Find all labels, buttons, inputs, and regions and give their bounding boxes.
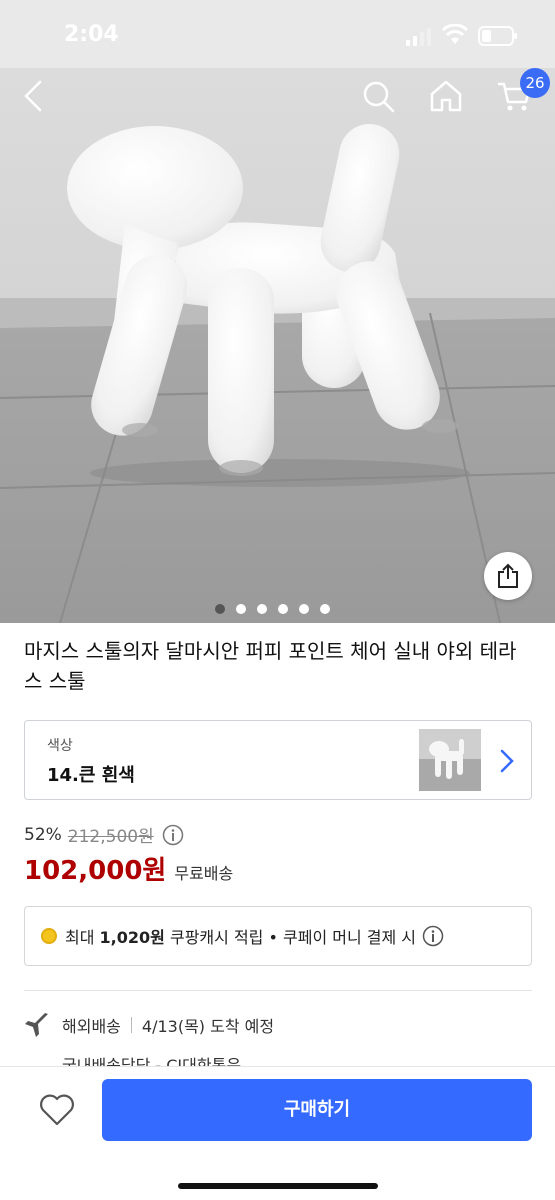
sale-price: 102,000원 (24, 856, 167, 886)
option-label: 색상 (47, 738, 73, 754)
info-icon[interactable] (162, 824, 184, 846)
delivery-type: 해외배송 (62, 1017, 121, 1036)
product-title: 마지스 스툴의자 달마시안 퍼피 포인트 체어 실내 야외 테라스 스툴 (24, 639, 517, 693)
bottom-action-bar: 구매하기 (0, 1066, 555, 1200)
back-icon[interactable] (16, 78, 52, 114)
gallery-dot[interactable] (257, 604, 267, 614)
discount-row: 52% 212,500원 (24, 822, 184, 847)
cash-amount: 1,020원 (99, 928, 165, 947)
home-indicator (178, 1183, 378, 1189)
info-icon[interactable] (422, 925, 444, 947)
gallery-dot[interactable] (299, 604, 309, 614)
cash-suffix: 쿠팡캐시 적립 • 쿠페이 머니 결제 시 (169, 928, 417, 947)
cash-prefix: 최대 (65, 928, 95, 947)
product-image-gallery[interactable] (0, 68, 555, 623)
cart-count-badge: 26 (520, 68, 550, 98)
cash-reward-box[interactable]: 최대 1,020원 쿠팡캐시 적립 • 쿠페이 머니 결제 시 (24, 906, 532, 966)
share-icon (498, 563, 518, 588)
airplane-icon (25, 1013, 48, 1037)
price-row: 102,000원 무료배송 (24, 850, 233, 887)
divider (24, 990, 532, 991)
home-icon[interactable] (428, 78, 464, 114)
original-price: 212,500원 (67, 827, 154, 847)
heart-icon[interactable] (38, 1093, 76, 1127)
delivery-eta: 4/13(목) 도착 예정 (141, 1017, 275, 1036)
product-photo (0, 68, 555, 623)
cash-reward-text: 최대 1,020원 쿠팡캐시 적립 • 쿠페이 머니 결제 시 (65, 924, 416, 948)
chevron-right-icon (500, 749, 514, 773)
gallery-dot[interactable] (278, 604, 288, 614)
free-shipping-label: 무료배송 (174, 864, 234, 883)
search-icon[interactable] (360, 78, 396, 114)
signal-icon (406, 28, 431, 46)
gallery-dot[interactable] (236, 604, 246, 614)
wifi-icon (442, 24, 468, 44)
option-thumbnail (419, 729, 481, 791)
discount-rate: 52% (24, 824, 62, 845)
status-bar: 2:04 (0, 0, 555, 68)
gallery-dot[interactable] (215, 604, 225, 614)
option-value: 14.큰 흰색 (47, 765, 135, 786)
gallery-dot[interactable] (320, 604, 330, 614)
buy-button[interactable]: 구매하기 (102, 1079, 532, 1141)
coin-icon (41, 928, 57, 944)
battery-icon (478, 26, 517, 46)
delivery-row: 해외배송 4/13(목) 도착 예정 (24, 1012, 274, 1038)
gallery-indicator (215, 604, 330, 614)
status-time: 2:04 (64, 22, 119, 47)
share-button[interactable] (484, 552, 532, 600)
separator (130, 1017, 132, 1033)
option-selector[interactable]: 색상 14.큰 흰색 (24, 720, 532, 800)
